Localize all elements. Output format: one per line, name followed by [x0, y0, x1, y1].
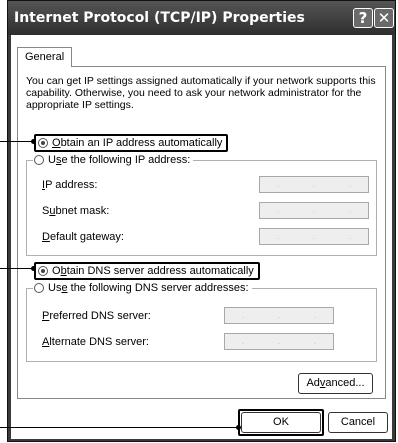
- radio-unselected-icon: [34, 155, 44, 165]
- dialog-client-area: General You can get IP settings assigned…: [11, 35, 392, 439]
- ip-address-label: IP address:: [42, 179, 98, 191]
- subnet-mask-label: Subnet mask:: [42, 205, 110, 217]
- preferred-dns-label: Preferred DNS server:: [42, 310, 151, 322]
- help-icon: ?: [358, 9, 368, 27]
- alternate-dns-input[interactable]: ...: [224, 333, 334, 350]
- callout-line-ok: [0, 425, 241, 430]
- tab-general[interactable]: General: [17, 47, 73, 67]
- ok-button[interactable]: OK: [241, 412, 321, 433]
- radio-selected-icon: [38, 266, 48, 276]
- cancel-button[interactable]: Cancel: [328, 412, 388, 433]
- close-button[interactable]: ✕: [374, 8, 394, 28]
- close-icon: ✕: [377, 9, 391, 27]
- ip-address-input[interactable]: ...: [259, 176, 369, 193]
- use-following-ip-radio[interactable]: Use the following IP address:: [33, 154, 194, 166]
- radio-selected-icon: [38, 138, 48, 148]
- preferred-dns-input[interactable]: ...: [224, 307, 334, 324]
- use-following-ip-label: Use the following IP address:: [48, 154, 191, 166]
- dialog-window: Internet Protocol (TCP/IP) Properties ? …: [7, 0, 396, 442]
- obtain-dns-auto-radio[interactable]: Obtain DNS server address automatically: [34, 262, 260, 280]
- title-bar[interactable]: Internet Protocol (TCP/IP) Properties ? …: [8, 1, 395, 35]
- use-following-dns-radio[interactable]: Use the following DNS server addresses:: [33, 282, 252, 294]
- subnet-mask-input[interactable]: ...: [259, 202, 369, 219]
- callout-line-ip: [0, 139, 36, 144]
- alternate-dns-label: Alternate DNS server:: [42, 336, 149, 348]
- obtain-ip-auto-label: Obtain an IP address automatically: [52, 137, 223, 149]
- obtain-dns-auto-label: Obtain DNS server address automatically: [52, 265, 254, 277]
- default-gateway-label: Default gateway:: [42, 231, 124, 243]
- description-text: You can get IP settings assigned automat…: [26, 75, 376, 111]
- radio-unselected-icon: [34, 283, 44, 293]
- callout-line-dns: [0, 266, 36, 271]
- obtain-ip-auto-radio[interactable]: Obtain an IP address automatically: [34, 134, 229, 152]
- manual-dns-group: [26, 288, 377, 362]
- help-button[interactable]: ?: [353, 8, 373, 28]
- general-tab-panel: You can get IP settings assigned automat…: [17, 66, 386, 399]
- default-gateway-input[interactable]: ...: [259, 228, 369, 245]
- window-title: Internet Protocol (TCP/IP) Properties: [14, 10, 305, 26]
- use-following-dns-label: Use the following DNS server addresses:: [48, 282, 249, 294]
- advanced-button[interactable]: Advanced...: [298, 373, 373, 394]
